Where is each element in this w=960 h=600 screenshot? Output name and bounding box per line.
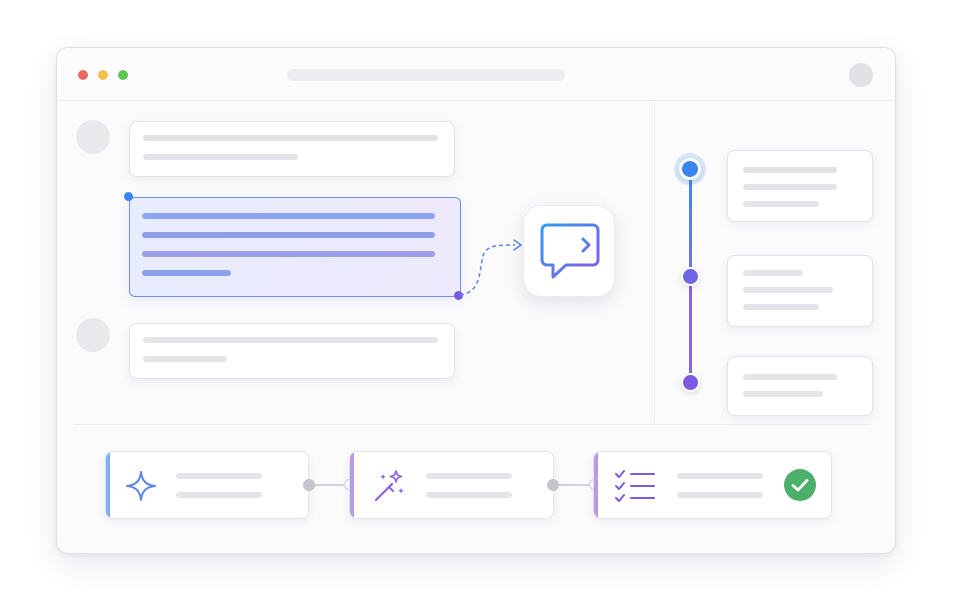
placeholder-line (142, 251, 435, 257)
timeline-node[interactable] (681, 267, 700, 286)
placeholder-line (176, 492, 262, 498)
placeholder-line (143, 337, 438, 343)
section-divider (73, 424, 871, 425)
placeholder-line (426, 492, 512, 498)
placeholder-line (142, 213, 435, 219)
message-card[interactable] (129, 121, 455, 177)
close-window-button[interactable] (78, 70, 88, 80)
panel-divider (654, 101, 655, 423)
message-square-text-icon (540, 223, 600, 279)
app-window (56, 47, 896, 554)
timeline-node[interactable] (681, 373, 700, 392)
workflow-step-generate[interactable] (105, 451, 309, 519)
user-avatar[interactable] (849, 63, 873, 87)
message-card[interactable] (129, 323, 455, 379)
placeholder-line (176, 473, 262, 479)
message-avatar (76, 120, 110, 154)
placeholder-line (743, 270, 803, 276)
timeline-card[interactable] (727, 255, 873, 327)
workflow-step-review[interactable] (593, 451, 832, 519)
chat-summary-tile[interactable] (523, 205, 615, 297)
connector-dot (303, 479, 315, 491)
timeline-card[interactable] (727, 150, 873, 222)
title-bar (57, 48, 895, 101)
step-accent (594, 452, 598, 518)
step-accent (350, 452, 354, 518)
placeholder-line (143, 135, 438, 141)
placeholder-line (743, 287, 833, 293)
placeholder-line (743, 391, 823, 397)
placeholder-line (142, 232, 435, 238)
placeholder-line (142, 270, 231, 276)
timeline-node-active[interactable] (679, 158, 701, 180)
dashed-connector (459, 239, 522, 296)
minimize-window-button[interactable] (98, 70, 108, 80)
placeholder-line (743, 201, 819, 207)
sparkle-icon (126, 471, 156, 501)
timeline-card[interactable] (727, 356, 873, 416)
check-circle-icon (784, 469, 816, 501)
step-accent (106, 452, 110, 518)
selected-message[interactable] (129, 197, 461, 297)
placeholder-line (426, 473, 512, 479)
timeline-connector (689, 168, 692, 276)
placeholder-line (743, 374, 837, 380)
address-bar[interactable] (287, 69, 565, 81)
message-avatar (76, 318, 110, 352)
placeholder-line (143, 154, 298, 160)
workflow-step-refine[interactable] (349, 451, 554, 519)
maximize-window-button[interactable] (118, 70, 128, 80)
placeholder-line (743, 184, 837, 190)
placeholder-line (143, 356, 227, 362)
placeholder-line (743, 304, 819, 310)
checklist-icon (615, 470, 655, 502)
connector-dot (547, 479, 559, 491)
magic-wand-icon (374, 470, 404, 502)
placeholder-line (677, 473, 763, 479)
placeholder-line (677, 492, 763, 498)
selection-handle-start[interactable] (124, 192, 133, 201)
placeholder-line (743, 167, 837, 173)
timeline-connector (689, 276, 692, 382)
